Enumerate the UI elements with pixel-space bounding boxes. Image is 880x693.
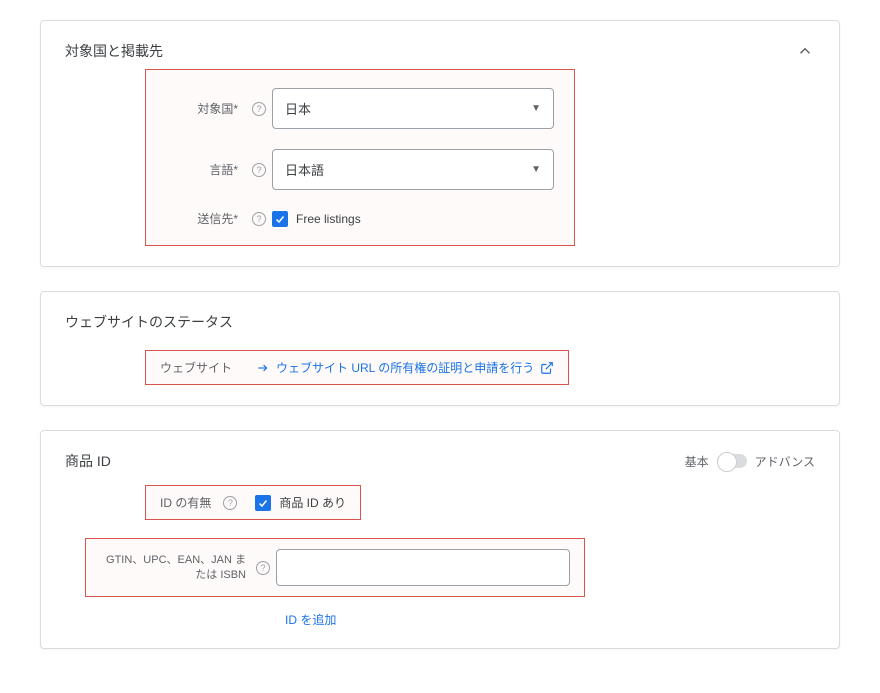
gtin-label: GTIN、UPC、EAN、JAN または ISBN bbox=[100, 553, 250, 582]
toggle-basic-label: 基本 bbox=[685, 453, 709, 470]
website-card: ウェブサイトのステータス ウェブサイト ウェブサイト URL の所有権の証明と申… bbox=[40, 291, 840, 406]
product-id-body: ID の有無 ? 商品 ID あり bbox=[145, 485, 815, 538]
help-icon[interactable]: ? bbox=[252, 212, 266, 226]
mode-toggle-group: 基本 アドバンス bbox=[685, 453, 815, 470]
targeting-header: 対象国と掲載先 bbox=[65, 41, 815, 61]
id-presence-highlight: ID の有無 ? 商品 ID あり bbox=[145, 485, 361, 520]
gtin-highlight: GTIN、UPC、EAN、JAN または ISBN ? bbox=[85, 538, 585, 597]
website-label: ウェブサイト bbox=[160, 359, 232, 376]
id-presence-label: ID の有無 bbox=[160, 494, 211, 511]
caret-down-icon: ▼ bbox=[531, 103, 541, 114]
mode-toggle[interactable] bbox=[717, 454, 747, 468]
language-select[interactable]: 日本語 ▼ bbox=[272, 149, 554, 190]
targeting-highlight: 対象国* ? 日本 ▼ 言語* ? 日本語 ▼ 送信先* ? Free list… bbox=[145, 69, 575, 246]
external-link-icon bbox=[540, 361, 554, 375]
help-icon[interactable]: ? bbox=[252, 102, 266, 116]
country-row: 対象国* ? 日本 ▼ bbox=[166, 88, 554, 129]
language-value: 日本語 bbox=[285, 160, 324, 179]
destination-checkbox-label: Free listings bbox=[296, 212, 361, 226]
targeting-card: 対象国と掲載先 対象国* ? 日本 ▼ 言語* ? 日本語 ▼ 送信先* ? bbox=[40, 20, 840, 267]
website-title: ウェブサイトのステータス bbox=[65, 312, 815, 332]
country-label: 対象国* bbox=[166, 100, 246, 117]
arrow-right-icon bbox=[256, 361, 270, 375]
destination-label: 送信先* bbox=[166, 210, 246, 227]
website-row: ウェブサイト ウェブサイト URL の所有権の証明と申請を行う bbox=[145, 350, 815, 385]
website-highlight: ウェブサイト ウェブサイト URL の所有権の証明と申請を行う bbox=[145, 350, 569, 385]
product-id-title: 商品 ID bbox=[65, 451, 111, 471]
caret-down-icon: ▼ bbox=[531, 164, 541, 175]
country-select[interactable]: 日本 ▼ bbox=[272, 88, 554, 129]
help-icon[interactable]: ? bbox=[223, 496, 237, 510]
destination-row: 送信先* ? Free listings bbox=[166, 210, 554, 227]
language-label: 言語* bbox=[166, 161, 246, 178]
website-claim-link[interactable]: ウェブサイト URL の所有権の証明と申請を行う bbox=[256, 359, 554, 376]
gtin-input[interactable] bbox=[276, 549, 570, 586]
help-icon[interactable]: ? bbox=[256, 561, 270, 575]
targeting-title: 対象国と掲載先 bbox=[65, 41, 163, 61]
product-id-card: 商品 ID 基本 アドバンス ID の有無 ? 商品 ID あり GTIN、UP… bbox=[40, 430, 840, 649]
id-presence-checkbox-label: 商品 ID あり bbox=[279, 494, 346, 511]
website-link-text: ウェブサイト URL の所有権の証明と申請を行う bbox=[276, 359, 534, 376]
language-row: 言語* ? 日本語 ▼ bbox=[166, 149, 554, 190]
help-icon[interactable]: ? bbox=[252, 163, 266, 177]
add-id-link[interactable]: ID を追加 bbox=[285, 613, 336, 627]
toggle-advanced-label: アドバンス bbox=[755, 453, 815, 470]
id-presence-checkbox[interactable] bbox=[255, 495, 271, 511]
destination-checkbox[interactable] bbox=[272, 211, 288, 227]
country-value: 日本 bbox=[285, 99, 311, 118]
product-id-header: 商品 ID 基本 アドバンス bbox=[65, 451, 815, 471]
chevron-up-icon[interactable] bbox=[795, 41, 815, 61]
